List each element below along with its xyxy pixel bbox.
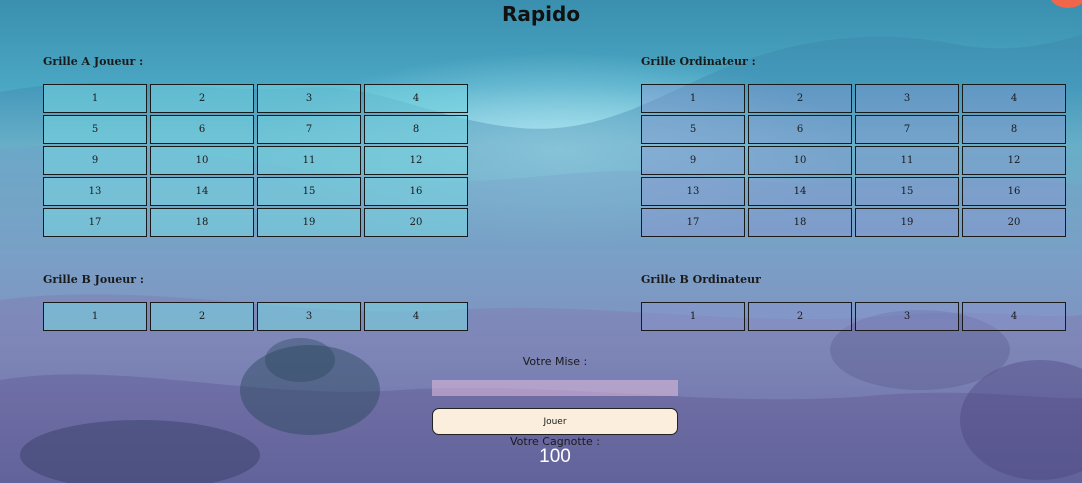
grid-b-player: 1 2 3 4 [43, 302, 468, 331]
grid-a-player-cell[interactable]: 2 [150, 84, 254, 113]
grid-a-player-cell[interactable]: 1 [43, 84, 147, 113]
grid-a-player-cell[interactable]: 19 [257, 208, 361, 237]
grid-b-player-label: Grille B Joueur : [43, 273, 144, 286]
grid-a-player-cell[interactable]: 12 [364, 146, 468, 175]
grid-a-player-label: Grille A Joueur : [43, 55, 144, 68]
grid-a-player-cell[interactable]: 20 [364, 208, 468, 237]
jackpot-value: 100 [539, 446, 571, 467]
grid-a-computer-cell: 3 [855, 84, 959, 113]
grid-a-player: 1 2 3 4 5 6 7 8 9 10 11 12 13 14 15 16 1… [43, 84, 468, 237]
grid-a-computer-cell: 16 [962, 177, 1066, 206]
grid-b-computer-cell: 2 [748, 302, 852, 331]
page-title: Rapido [501, 2, 581, 26]
grid-a-computer: 1 2 3 4 5 6 7 8 9 10 11 12 13 14 15 16 1… [641, 84, 1066, 237]
grid-a-computer-cell: 20 [962, 208, 1066, 237]
grid-a-computer-cell: 15 [855, 177, 959, 206]
grid-a-computer-cell: 5 [641, 115, 745, 144]
grid-a-computer-cell: 19 [855, 208, 959, 237]
grid-a-player-cell[interactable]: 14 [150, 177, 254, 206]
grid-b-computer-cell: 3 [855, 302, 959, 331]
grid-b-computer-label: Grille B Ordinateur [641, 273, 761, 286]
grid-b-computer-cell: 4 [962, 302, 1066, 331]
grid-a-player-cell[interactable]: 13 [43, 177, 147, 206]
grid-a-computer-cell: 7 [855, 115, 959, 144]
grid-a-computer-cell: 4 [962, 84, 1066, 113]
grid-a-computer-cell: 8 [962, 115, 1066, 144]
grid-b-player-cell[interactable]: 1 [43, 302, 147, 331]
grid-a-player-cell[interactable]: 10 [150, 146, 254, 175]
grid-a-player-cell[interactable]: 6 [150, 115, 254, 144]
grid-a-computer-cell: 1 [641, 84, 745, 113]
grid-a-player-cell[interactable]: 15 [257, 177, 361, 206]
grid-a-player-cell[interactable]: 7 [257, 115, 361, 144]
grid-b-player-cell[interactable]: 3 [257, 302, 361, 331]
grid-b-computer: 1 2 3 4 [641, 302, 1066, 331]
grid-a-computer-cell: 9 [641, 146, 745, 175]
grid-a-computer-cell: 6 [748, 115, 852, 144]
grid-a-player-cell[interactable]: 5 [43, 115, 147, 144]
grid-b-player-cell[interactable]: 2 [150, 302, 254, 331]
bet-label: Votre Mise : [522, 355, 588, 368]
grid-a-computer-cell: 17 [641, 208, 745, 237]
grid-a-player-cell[interactable]: 16 [364, 177, 468, 206]
grid-a-computer-cell: 2 [748, 84, 852, 113]
grid-b-computer-cell: 1 [641, 302, 745, 331]
grid-b-player-cell[interactable]: 4 [364, 302, 468, 331]
grid-a-computer-cell: 11 [855, 146, 959, 175]
grid-a-player-cell[interactable]: 3 [257, 84, 361, 113]
grid-a-player-cell[interactable]: 17 [43, 208, 147, 237]
grid-a-player-cell[interactable]: 4 [364, 84, 468, 113]
play-button[interactable]: Jouer [432, 408, 678, 435]
grid-a-computer-cell: 18 [748, 208, 852, 237]
grid-a-computer-cell: 12 [962, 146, 1066, 175]
grid-a-computer-label: Grille Ordinateur : [641, 55, 756, 68]
grid-a-computer-cell: 10 [748, 146, 852, 175]
grid-a-player-cell[interactable]: 9 [43, 146, 147, 175]
grid-a-player-cell[interactable]: 11 [257, 146, 361, 175]
grid-a-computer-cell: 13 [641, 177, 745, 206]
grid-a-player-cell[interactable]: 18 [150, 208, 254, 237]
grid-a-player-cell[interactable]: 8 [364, 115, 468, 144]
bet-input[interactable] [432, 380, 678, 396]
grid-a-computer-cell: 14 [748, 177, 852, 206]
